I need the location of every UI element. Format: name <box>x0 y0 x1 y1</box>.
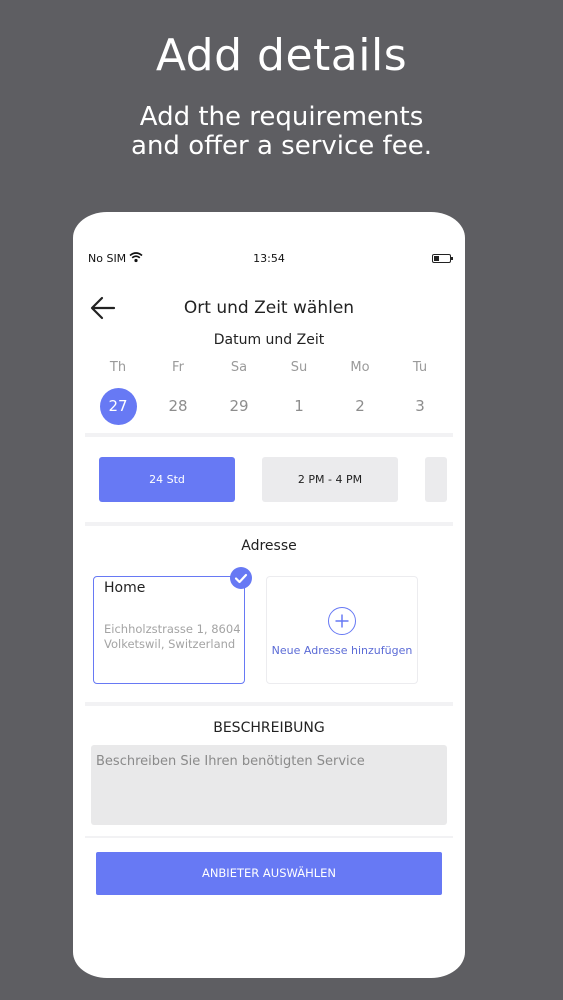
battery-icon <box>432 254 453 263</box>
check-icon <box>230 567 252 589</box>
description-section-label: BESCHREIBUNG <box>213 720 325 736</box>
day-date: 2 <box>355 397 365 415</box>
address-line-1: Eichholzstrasse 1, 8604 <box>104 622 241 636</box>
status-bar: No SIM 13:54 <box>73 252 465 268</box>
day-item[interactable]: Sa 29 <box>209 360 269 425</box>
hero-subtitle-line-1: Add the requirements <box>139 102 424 132</box>
status-time: 13:54 <box>253 252 285 265</box>
hero-title: Add details <box>155 30 408 81</box>
address-name: Home <box>104 580 146 596</box>
day-name: Su <box>290 360 308 375</box>
screen-title: Ort und Zeit wählen <box>183 298 355 318</box>
add-address-label[interactable]: Neue Adresse hinzufügen <box>266 644 418 657</box>
address-card-home[interactable]: Home Eichholzstrasse 1, 8604 Volketswil,… <box>93 576 245 684</box>
day-date: 1 <box>294 397 304 415</box>
section-divider <box>85 836 453 838</box>
day-date: 28 <box>168 397 188 415</box>
plus-circle-icon[interactable] <box>328 607 356 635</box>
day-name: Th <box>109 360 127 375</box>
hero-subtitle-line-2: and offer a service fee. <box>131 131 432 161</box>
day-item[interactable]: Su 1 <box>269 360 329 425</box>
day-date: 3 <box>415 397 425 415</box>
description-input[interactable]: Beschreiben Sie Ihren benötigten Service <box>91 745 447 825</box>
day-name: Mo <box>350 360 370 375</box>
day-name: Tu <box>412 360 428 375</box>
day-name: Fr <box>172 360 184 375</box>
time-slot-next[interactable] <box>425 457 447 502</box>
hero-subtitle: Add the requirements and offer a service… <box>0 103 563 161</box>
phone-screen: No SIM 13:54 Ort und Zeit wählen Datum u… <box>73 212 465 978</box>
date-section-label: Datum und Zeit <box>213 332 325 348</box>
section-divider <box>85 702 453 706</box>
day-item[interactable]: Tu 3 <box>390 360 450 425</box>
day-date: 27 <box>99 388 137 425</box>
day-date: 29 <box>229 397 249 415</box>
time-slot-24h[interactable]: 24 Std <box>99 457 235 502</box>
section-divider <box>85 522 453 526</box>
day-name: Sa <box>230 360 248 375</box>
address-section-label: Adresse <box>241 538 297 554</box>
time-slot-2pm-4pm[interactable]: 2 PM - 4 PM <box>262 457 398 502</box>
address-line-2: Volketswil, Switzerland <box>104 637 236 651</box>
section-divider <box>85 433 453 437</box>
day-item[interactable]: Fr 28 <box>148 360 208 425</box>
day-item[interactable]: Th 27 <box>88 360 148 425</box>
day-item[interactable]: Mo 2 <box>330 360 390 425</box>
select-provider-button[interactable]: ANBIETER AUSWÄHLEN <box>96 852 442 895</box>
date-picker: Th 27 Fr 28 Sa 29 Su 1 Mo 2 Tu 3 <box>88 360 450 425</box>
